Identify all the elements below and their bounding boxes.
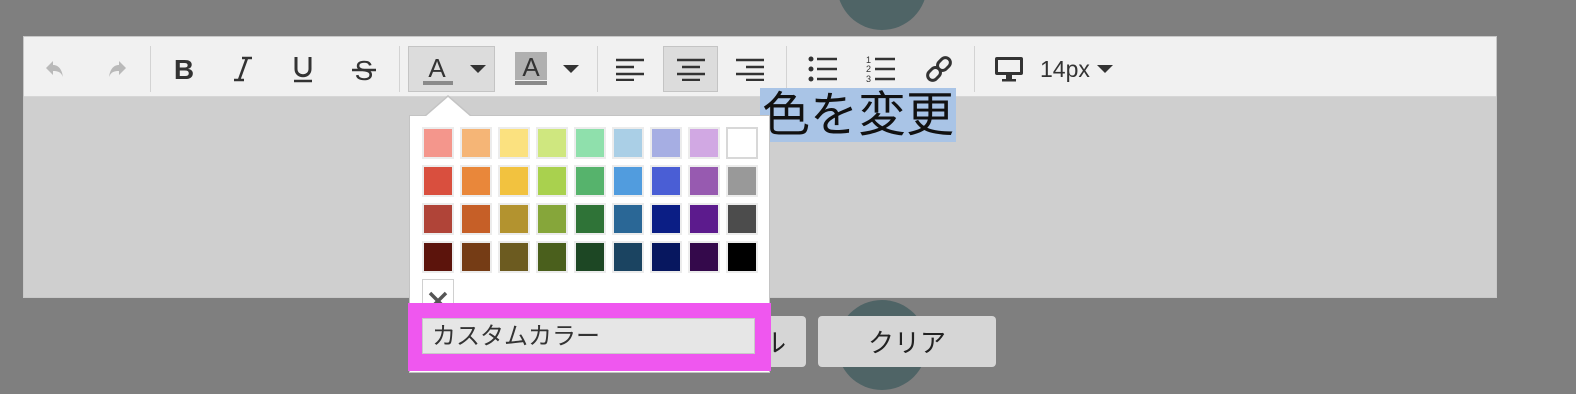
color-swatch[interactable] xyxy=(422,165,454,197)
color-swatch[interactable] xyxy=(574,127,606,159)
color-swatch[interactable] xyxy=(536,165,568,197)
clear-button[interactable]: クリア xyxy=(818,316,996,367)
color-swatch[interactable] xyxy=(688,127,720,159)
color-swatch[interactable] xyxy=(498,165,530,197)
color-swatch[interactable] xyxy=(726,127,758,159)
color-swatch[interactable] xyxy=(688,165,720,197)
align-right-button[interactable] xyxy=(729,46,771,92)
align-center-button[interactable] xyxy=(663,46,718,92)
background-color-icon: A xyxy=(515,52,547,85)
undo-icon xyxy=(46,61,63,77)
color-swatch[interactable] xyxy=(612,127,644,159)
color-swatch[interactable] xyxy=(422,127,454,159)
numbered-list-icon: 123 xyxy=(866,55,895,83)
align-left-icon xyxy=(616,58,644,81)
link-icon xyxy=(926,56,952,82)
color-swatch[interactable] xyxy=(460,241,492,273)
link-button[interactable] xyxy=(918,46,960,92)
background-color-button[interactable]: A xyxy=(504,46,584,92)
chevron-down-icon xyxy=(470,65,486,73)
color-swatch[interactable] xyxy=(536,127,568,159)
toolbar-separator xyxy=(974,46,975,92)
font-size-dropdown[interactable]: 14px xyxy=(988,46,1128,92)
underline-icon xyxy=(294,57,312,83)
color-swatch[interactable] xyxy=(536,241,568,273)
chevron-down-icon xyxy=(563,65,579,73)
toolbar-separator xyxy=(399,46,400,92)
color-swatch[interactable] xyxy=(498,127,530,159)
underline-button[interactable] xyxy=(283,46,323,92)
color-swatch[interactable] xyxy=(726,241,758,273)
color-swatch[interactable] xyxy=(460,127,492,159)
color-swatch[interactable] xyxy=(688,241,720,273)
color-swatch[interactable] xyxy=(650,241,682,273)
color-swatch[interactable] xyxy=(498,203,530,235)
bold-button[interactable]: B xyxy=(164,46,204,92)
toolbar-separator xyxy=(150,46,151,92)
svg-text:B: B xyxy=(174,54,194,84)
background-circle-top xyxy=(837,0,927,30)
undo-button[interactable] xyxy=(36,46,74,92)
color-swatch[interactable] xyxy=(574,165,606,197)
color-swatch[interactable] xyxy=(460,203,492,235)
text-color-icon: A xyxy=(423,53,453,85)
align-right-icon xyxy=(736,58,764,81)
color-swatch[interactable] xyxy=(612,203,644,235)
color-swatch[interactable] xyxy=(422,241,454,273)
toolbar-separator xyxy=(597,46,598,92)
color-swatch[interactable] xyxy=(422,203,454,235)
color-swatch[interactable] xyxy=(498,241,530,273)
svg-text:A: A xyxy=(522,52,540,82)
color-swatch[interactable] xyxy=(726,203,758,235)
color-swatch[interactable] xyxy=(612,241,644,273)
strikethrough-icon: S xyxy=(352,55,376,84)
text-color-button[interactable]: A xyxy=(408,46,495,92)
selected-text[interactable]: 色を変更 xyxy=(760,88,957,142)
monitor-icon xyxy=(995,57,1023,82)
color-swatch[interactable] xyxy=(574,241,606,273)
color-swatch[interactable] xyxy=(574,203,606,235)
svg-text:2: 2 xyxy=(866,64,871,74)
color-swatch[interactable] xyxy=(536,203,568,235)
bullet-list-icon xyxy=(808,56,837,82)
strikethrough-button[interactable]: S xyxy=(344,46,384,92)
redo-icon xyxy=(109,61,126,77)
svg-text:3: 3 xyxy=(866,74,871,83)
clear-button-label: クリア xyxy=(867,329,946,359)
color-swatch[interactable] xyxy=(650,165,682,197)
bold-icon: B xyxy=(174,54,194,84)
color-swatch[interactable] xyxy=(650,203,682,235)
italic-button[interactable] xyxy=(223,46,263,92)
custom-color-button[interactable]: カスタムカラー xyxy=(422,318,755,354)
redo-button[interactable] xyxy=(98,46,136,92)
align-left-button[interactable] xyxy=(609,46,651,92)
font-size-value: 14px xyxy=(1040,55,1090,82)
bullet-list-button[interactable] xyxy=(802,46,844,92)
color-swatch[interactable] xyxy=(612,165,644,197)
chevron-down-icon xyxy=(1096,65,1113,73)
svg-text:A: A xyxy=(428,53,446,83)
popup-arrow-fill xyxy=(425,97,471,117)
numbered-list-button[interactable]: 123 xyxy=(860,46,902,92)
italic-icon xyxy=(234,56,252,82)
toolbar-separator xyxy=(786,46,787,92)
color-swatch[interactable] xyxy=(650,127,682,159)
color-swatch[interactable] xyxy=(688,203,720,235)
color-swatch[interactable] xyxy=(460,165,492,197)
color-swatch[interactable] xyxy=(726,165,758,197)
align-center-icon xyxy=(676,58,705,81)
